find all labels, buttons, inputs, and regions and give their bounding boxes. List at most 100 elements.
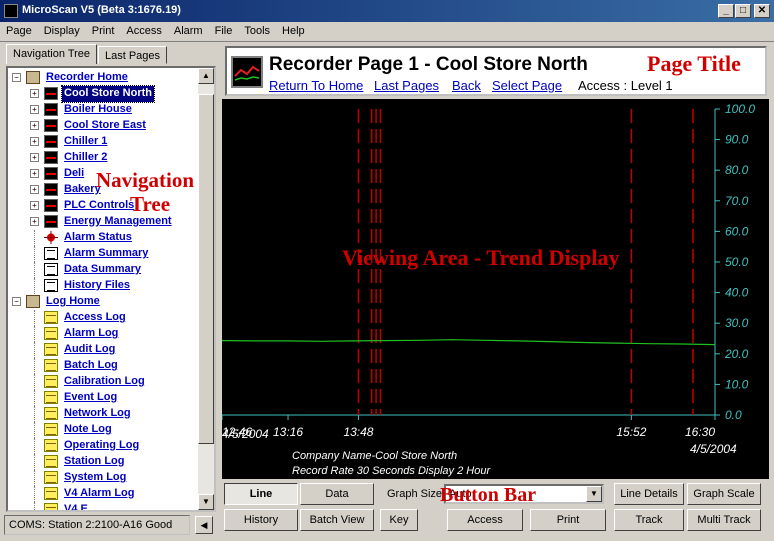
close-button[interactable]: ✕ [754, 4, 770, 18]
tree-connector [34, 246, 35, 262]
tab-last-pages[interactable]: Last Pages [98, 46, 168, 64]
collapse-icon[interactable]: − [12, 297, 21, 306]
menu-bar: Page Display Print Access Alarm File Tools Help [0, 22, 774, 42]
tree-item-cool-store-north[interactable]: Cool Store North [61, 85, 155, 103]
page-title: Recorder Page 1 - Cool Store North [269, 54, 588, 75]
menu-alarm[interactable]: Alarm [168, 22, 209, 37]
tree-item-alarm-status[interactable]: Alarm Status [62, 230, 134, 246]
collapse-icon[interactable]: − [12, 73, 21, 82]
data-button[interactable]: Data [300, 483, 374, 505]
chart-icon [44, 199, 58, 212]
tree-log-home[interactable]: Log Home [44, 294, 102, 310]
tree-item-v4-e-[interactable]: V4 E... [62, 502, 99, 510]
log-book-icon [44, 423, 58, 436]
expand-icon[interactable]: + [30, 89, 39, 98]
menu-display[interactable]: Display [38, 22, 86, 37]
tree-item-history-files[interactable]: History Files [62, 278, 132, 294]
log-book-icon [44, 311, 58, 324]
expand-icon[interactable]: + [30, 105, 39, 114]
multi-track-button[interactable]: Multi Track [687, 509, 761, 531]
y-tick-label: 80.0 [725, 163, 749, 177]
select-page-link[interactable]: Select Page [492, 78, 562, 93]
tree-scrollbar[interactable]: ▲ ▼ [198, 68, 214, 510]
log-book-icon [44, 503, 58, 510]
expand-icon[interactable]: + [30, 201, 39, 210]
batch-view-button[interactable]: Batch View [300, 509, 374, 531]
chart-icon [44, 167, 58, 180]
tree-item-network-log[interactable]: Network Log [62, 406, 133, 422]
tree-connector [34, 342, 35, 358]
return-home-link[interactable]: Return To Home [269, 78, 363, 93]
log-book-icon [44, 391, 58, 404]
history-button[interactable]: History [224, 509, 298, 531]
tree-item-event-log[interactable]: Event Log [62, 390, 119, 406]
tree-connector [34, 278, 35, 294]
menu-tools[interactable]: Tools [238, 22, 276, 37]
tree-recorder-home[interactable]: Recorder Home [44, 70, 130, 86]
key-button[interactable]: Key [380, 509, 418, 531]
tree-item-deli[interactable]: Deli [62, 166, 86, 182]
track-button[interactable]: Track [614, 509, 684, 531]
print-button[interactable]: Print [530, 509, 606, 531]
chart-icon [44, 119, 58, 132]
chevron-down-icon[interactable]: ▼ [586, 486, 602, 502]
expand-icon[interactable]: + [30, 185, 39, 194]
tree-item-note-log[interactable]: Note Log [62, 422, 114, 438]
tree-item-cool-store-east[interactable]: Cool Store East [62, 118, 148, 134]
expand-icon[interactable]: + [30, 137, 39, 146]
button-bar: Line Data Graph Size Auto ▼ Line Details… [222, 481, 769, 535]
chart-icon [44, 87, 58, 100]
tree-item-alarm-summary[interactable]: Alarm Summary [62, 246, 150, 262]
menu-file[interactable]: File [209, 22, 239, 37]
tree-item-operating-log[interactable]: Operating Log [62, 438, 141, 454]
menu-page[interactable]: Page [0, 22, 38, 37]
tree-annotation: Tree [130, 192, 171, 216]
expand-icon[interactable]: + [30, 217, 39, 226]
log-book-icon [44, 359, 58, 372]
log-book-icon [44, 407, 58, 420]
expand-icon[interactable]: + [30, 153, 39, 162]
tree-item-chiller-2[interactable]: Chiller 2 [62, 150, 109, 166]
expand-icon[interactable]: + [30, 169, 39, 178]
back-link[interactable]: Back [452, 78, 481, 93]
scroll-down-button[interactable]: ▼ [198, 494, 214, 510]
x-tick-label: 13:48 [343, 425, 373, 439]
tree-item-v4-alarm-log[interactable]: V4 Alarm Log [62, 486, 137, 502]
tree-item-alarm-log[interactable]: Alarm Log [62, 326, 120, 342]
tree-item-batch-log[interactable]: Batch Log [62, 358, 120, 374]
tree-item-station-log[interactable]: Station Log [62, 454, 127, 470]
tree-item-access-log[interactable]: Access Log [62, 310, 128, 326]
minimize-button[interactable]: _ [718, 4, 734, 18]
date-right: 4/5/2004 [690, 442, 737, 456]
tree-connector [34, 470, 35, 486]
pane-toggle-button[interactable]: ◀ [195, 516, 213, 534]
viewing-area-annotation: Viewing Area - Trend Display [342, 245, 620, 270]
tree-item-audit-log[interactable]: Audit Log [62, 342, 117, 358]
list-icon [44, 279, 58, 292]
line-details-button[interactable]: Line Details [614, 483, 684, 505]
tree-item-system-log[interactable]: System Log [62, 470, 128, 486]
menu-help[interactable]: Help [276, 22, 311, 37]
scroll-thumb[interactable] [198, 94, 214, 444]
tree-item-chiller-1[interactable]: Chiller 1 [62, 134, 109, 150]
expand-icon[interactable]: + [30, 121, 39, 130]
y-tick-label: 50.0 [725, 255, 749, 269]
trend-display[interactable]: 100.0 90.0 80.0 70.0 60.0 50.0 40.0 30.0 20.0 10.… [221, 99, 769, 479]
tree-item-boiler-house[interactable]: Boiler House [62, 102, 134, 118]
tree-item-data-summary[interactable]: Data Summary [62, 262, 143, 278]
tree-connector [34, 502, 35, 510]
tab-navigation-tree[interactable]: Navigation Tree [6, 44, 98, 64]
access-button[interactable]: Access [447, 509, 523, 531]
last-pages-link[interactable]: Last Pages [374, 78, 439, 93]
graph-scale-button[interactable]: Graph Scale [687, 483, 761, 505]
menu-print[interactable]: Print [86, 22, 121, 37]
home-icon [26, 71, 40, 84]
menu-access[interactable]: Access [120, 22, 167, 37]
tree-connector [34, 406, 35, 422]
tree-item-calibration-log[interactable]: Calibration Log [62, 374, 147, 390]
line-button[interactable]: Line [224, 483, 298, 505]
tree-item-plc-controls[interactable]: PLC Controls [62, 198, 136, 214]
scroll-up-button[interactable]: ▲ [198, 68, 214, 84]
chart-icon [44, 135, 58, 148]
maximize-button[interactable]: □ [735, 4, 751, 18]
